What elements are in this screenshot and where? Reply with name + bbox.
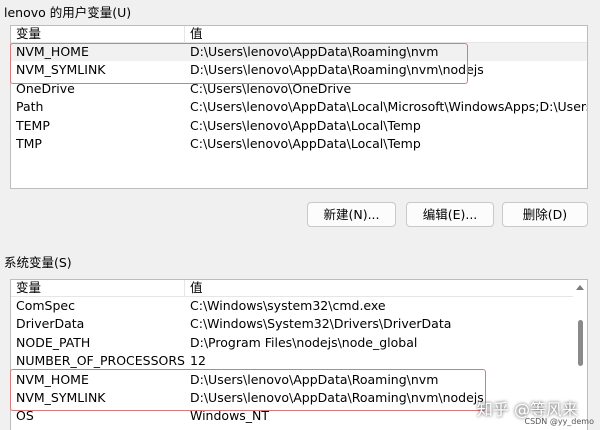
scroll-up-arrow-icon[interactable] — [576, 285, 584, 290]
system-variables-title: 系统变量(S) — [4, 255, 72, 270]
variable-name: NVM_SYMLINK — [16, 389, 106, 405]
edit-button[interactable]: 编辑(E)... — [406, 202, 494, 227]
variable-name: DriverData — [16, 316, 85, 332]
variable-name: ComSpec — [16, 298, 75, 313]
user-variables-list[interactable]: 变量 值 NVM_HOME D:\Users\lenovo\AppData\Ro… — [10, 25, 588, 189]
variable-value: D:\Users\lenovo\AppData\Roaming\nvm — [190, 371, 439, 387]
variable-name: NVM_SYMLINK — [16, 62, 106, 78]
variable-value: C:\Windows\system32\cmd.exe — [190, 298, 386, 313]
column-divider — [184, 280, 185, 296]
variable-name: NODE_PATH — [16, 334, 91, 350]
table-row[interactable]: ComSpec C:\Windows\system32\cmd.exe — [11, 297, 587, 315]
variable-value: D:\Users\lenovo\AppData\Roaming\nvm\node… — [190, 62, 484, 78]
variable-name: NUMBER_OF_PROCESSORS — [16, 353, 185, 369]
delete-button[interactable]: 删除(D) — [502, 202, 588, 227]
variable-name: TMP — [16, 135, 42, 151]
variable-value: D:\Users\lenovo\AppData\Roaming\nvm\node… — [190, 389, 484, 405]
table-row[interactable]: TEMP C:\Users\lenovo\AppData\Local\Temp — [11, 117, 587, 135]
variable-value: Windows_NT — [190, 408, 270, 424]
table-row[interactable]: NUMBER_OF_PROCESSORS 12 — [11, 352, 587, 370]
variable-name: NVM_HOME — [16, 44, 89, 59]
user-variables-header: 变量 值 — [11, 26, 587, 43]
table-row[interactable]: DriverData C:\Windows\System32\Drivers\D… — [11, 315, 587, 333]
variable-name: Path — [16, 99, 44, 115]
table-row[interactable]: Path C:\Users\lenovo\AppData\Local\Micro… — [11, 98, 587, 116]
variable-name: NVM_HOME — [16, 371, 89, 387]
variable-name: OS — [16, 408, 34, 424]
user-variables-title: lenovo 的用户变量(U) — [4, 5, 132, 20]
variable-value: C:\Users\lenovo\AppData\Local\Microsoft\… — [190, 99, 588, 115]
variable-name: TEMP — [16, 117, 50, 133]
column-header-name[interactable]: 变量 — [16, 26, 41, 42]
variable-value: C:\Users\lenovo\AppData\Local\Temp — [190, 135, 421, 151]
variable-value: C:\Windows\System32\Drivers\DriverData — [190, 316, 452, 332]
column-header-value[interactable]: 值 — [190, 280, 203, 296]
variable-value: D:\Program Files\nodejs\node_global — [190, 334, 418, 350]
watermark-small: CSDN @yy_demo — [524, 417, 594, 426]
column-divider — [184, 26, 185, 42]
variable-value: 12 — [190, 353, 206, 369]
new-button[interactable]: 新建(N)... — [307, 202, 396, 227]
variable-name: OneDrive — [16, 80, 75, 96]
variable-value: C:\Users\lenovo\AppData\Local\Temp — [190, 117, 421, 133]
scrollbar-thumb[interactable] — [578, 320, 583, 366]
table-row[interactable]: OneDrive C:\Users\lenovo\OneDrive — [11, 80, 587, 98]
table-row[interactable]: NVM_HOME D:\Users\lenovo\AppData\Roaming… — [11, 371, 587, 389]
system-variables-header: 变量 值 — [11, 280, 587, 297]
table-row[interactable]: NODE_PATH D:\Program Files\nodejs\node_g… — [11, 334, 587, 352]
table-row[interactable]: NVM_HOME D:\Users\lenovo\AppData\Roaming… — [11, 43, 587, 62]
table-row[interactable]: NVM_SYMLINK D:\Users\lenovo\AppData\Roam… — [11, 61, 587, 79]
column-header-name[interactable]: 变量 — [16, 280, 41, 296]
variable-value: C:\Users\lenovo\OneDrive — [190, 80, 352, 96]
variable-value: D:\Users\lenovo\AppData\Roaming\nvm — [190, 44, 439, 59]
table-row[interactable]: TMP C:\Users\lenovo\AppData\Local\Temp — [11, 135, 587, 153]
column-header-value[interactable]: 值 — [190, 26, 203, 42]
